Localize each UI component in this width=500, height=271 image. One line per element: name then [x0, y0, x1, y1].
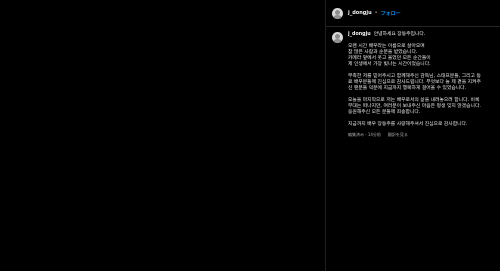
caption-paragraph-2: 부족한 저를 믿어주시고 함께해주신 감독님, 스태프분들, 그리고 동 료 배…: [348, 74, 496, 92]
caption-meta: 編集済み · 14分前 翻訳を見る: [348, 132, 496, 138]
post-media-area[interactable]: [0, 0, 325, 271]
see-translation-link[interactable]: 翻訳を見る: [388, 132, 408, 138]
post-caption: j_dongju 안녕하세요 장동주입니다. 오랜 시간 배우라는 이름으로 살아…: [332, 32, 497, 138]
caption-line: 응원해주신 모든 분들께 죄송합니다.: [348, 110, 421, 115]
caption-paragraph-1: 오랜 시간 배우라는 이름으로 살아오며 참 많은 사람과 순분을 받았습니다.…: [348, 44, 496, 68]
follow-button[interactable]: フォロー: [381, 10, 401, 17]
caption-line: 제 인생에서 가장 빛나는 시간이었습니다.: [348, 62, 431, 67]
caption-first-line: j_dongju 안녕하세요 장동주입니다.: [348, 32, 496, 38]
caption-intro: 안녕하세요 장동주입니다.: [373, 32, 426, 37]
header-separator: •: [374, 10, 378, 16]
caption-avatar[interactable]: [332, 32, 343, 43]
caption-paragraph-4: 지금까지 배우 장동주를 사랑해주셔서 진심으로 감사합니다.: [348, 122, 496, 128]
caption-body: j_dongju 안녕하세요 장동주입니다. 오랜 시간 배우라는 이름으로 살아…: [348, 32, 496, 138]
caption-paragraph-3: 오늘을 마지막으로 저는 배우로서의 삶을 내려놓으려 합니다. 비록 무대는 …: [348, 98, 496, 116]
post-header: j_dongju • フォロー: [326, 0, 500, 27]
caption-line: 지금까지 배우 장동주를 사랑해주셔서 진심으로 감사합니다.: [348, 122, 468, 127]
caption-username[interactable]: j_dongju: [348, 32, 371, 37]
post-side-panel: j_dongju • フォロー j_dongju 안녕하세요 장동주입니다. 오랜…: [325, 0, 500, 271]
caption-line: 신 팬분들 덕분에 지금까지 행복하게 걸어올 수 있었습니다.: [348, 86, 467, 91]
header-username[interactable]: j_dongju: [348, 10, 372, 16]
profile-avatar[interactable]: [332, 7, 343, 19]
edited-timestamp: 編集済み · 14分前: [348, 132, 381, 137]
